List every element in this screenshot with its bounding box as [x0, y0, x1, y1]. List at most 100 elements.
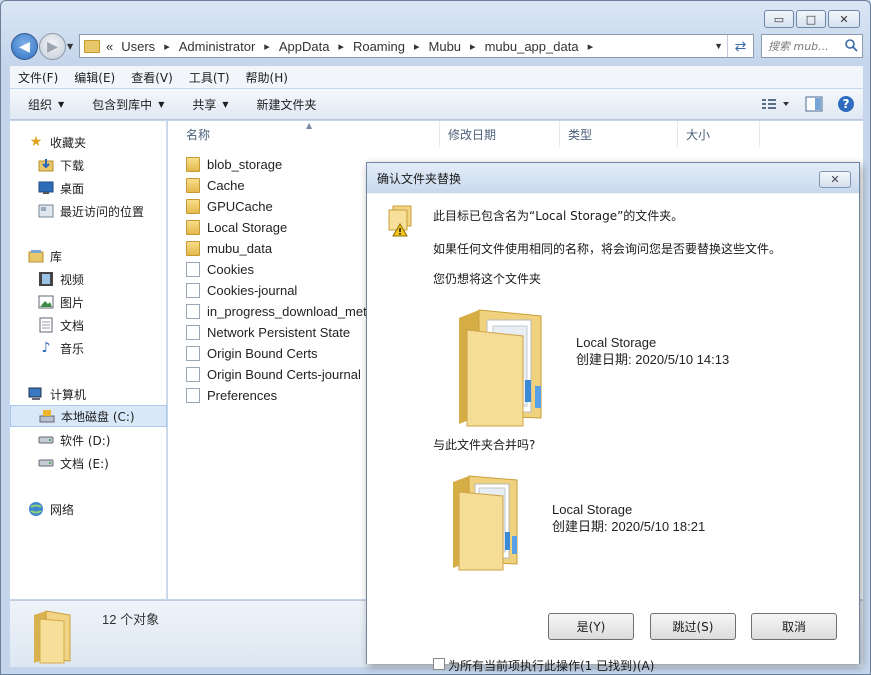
file-row[interactable]: Cache: [186, 175, 366, 196]
menu-tools[interactable]: 工具(T): [181, 69, 238, 86]
search-placeholder: 搜索 mub...: [768, 40, 829, 53]
nav-computer[interactable]: 计算机: [10, 383, 167, 405]
column-header-size[interactable]: 大小: [678, 121, 760, 147]
breadcrumb-separator[interactable]: ▸: [338, 40, 344, 53]
breadcrumb-separator[interactable]: ▸: [470, 40, 476, 53]
video-icon: [38, 271, 54, 287]
apply-to-all-label[interactable]: 为所有当前项执行此操作(1 已找到)(A): [448, 657, 654, 674]
menu-view[interactable]: 查看(V): [123, 69, 181, 86]
file-row[interactable]: Local Storage: [186, 217, 366, 238]
menu-help[interactable]: 帮助(H): [238, 69, 296, 86]
dialog-body: 此目标已包含名为“Local Storage”的文件夹。 如果任何文件使用相同的…: [367, 194, 859, 673]
nav-network-label: 网络: [50, 502, 75, 517]
yes-button[interactable]: 是(Y): [548, 613, 634, 640]
help-icon[interactable]: ?: [837, 95, 855, 113]
column-header-type[interactable]: 类型: [560, 121, 678, 147]
source-folder-info[interactable]: Local Storage 创建日期: 2020/5/10 18:21: [552, 501, 705, 535]
nav-recent[interactable]: 最近访问的位置: [10, 200, 167, 222]
file-row[interactable]: GPUCache: [186, 196, 366, 217]
nav-favorites[interactable]: ★ 收藏夹: [10, 131, 167, 153]
preview-pane-icon[interactable]: [805, 96, 823, 112]
chevron-down-icon: ▼: [58, 99, 65, 109]
nav-desktop[interactable]: 桌面: [10, 177, 167, 199]
nav-documents-label: 文档: [60, 318, 85, 333]
item-count: 12 个对象: [102, 612, 160, 627]
nav-network[interactable]: 网络: [10, 498, 167, 520]
file-row[interactable]: Origin Bound Certs-journal: [186, 364, 366, 385]
source-folder-created: 创建日期: 2020/5/10 18:21: [552, 519, 706, 534]
file-row[interactable]: Preferences: [186, 385, 366, 406]
toolbar-right: ?: [761, 95, 855, 113]
chevron-down-icon[interactable]: ▼: [714, 41, 723, 51]
file-row[interactable]: in_progress_download_met: [186, 301, 366, 322]
menu-edit[interactable]: 编辑(E): [66, 69, 123, 86]
column-header-modified[interactable]: 修改日期: [440, 121, 560, 147]
dest-folder-info[interactable]: Local Storage 创建日期: 2020/5/10 14:13: [576, 334, 729, 368]
nav-videos[interactable]: 视频: [10, 268, 167, 290]
file-name: in_progress_download_met: [207, 304, 366, 319]
view-options-icon[interactable]: [761, 97, 791, 111]
refresh-icon[interactable]: ⇄: [727, 35, 753, 57]
file-row[interactable]: Cookies-journal: [186, 280, 366, 301]
breadcrumb-users[interactable]: Users: [121, 39, 155, 54]
include-in-library-button[interactable]: 包含到库中 ▼: [82, 96, 172, 113]
nav-documents[interactable]: 文档: [10, 314, 167, 336]
breadcrumb-mubu-app-data[interactable]: mubu_app_data: [485, 39, 579, 54]
close-button[interactable]: ✕: [828, 10, 860, 28]
file-name: blob_storage: [207, 157, 283, 172]
file-icon: [186, 367, 200, 382]
nav-pictures[interactable]: 图片: [10, 291, 167, 313]
file-row[interactable]: Origin Bound Certs: [186, 343, 366, 364]
dialog-close-button[interactable]: ✕: [819, 171, 851, 188]
minimize-button[interactable]: ▭: [764, 10, 794, 28]
maximize-button[interactable]: □: [796, 10, 826, 28]
breadcrumb-roaming[interactable]: Roaming: [353, 39, 405, 54]
nav-downloads[interactable]: 下载: [10, 154, 167, 176]
share-button[interactable]: 共享 ▼: [182, 96, 236, 113]
dialog-message-exists: 此目标已包含名为“Local Storage”的文件夹。: [433, 209, 684, 223]
breadcrumb-separator[interactable]: ▸: [164, 40, 170, 53]
star-icon: ★: [29, 134, 43, 150]
menu-bar: 文件(F) 编辑(E) 查看(V) 工具(T) 帮助(H): [10, 66, 863, 88]
menu-file[interactable]: 文件(F): [10, 69, 66, 86]
nav-drive-e[interactable]: 文档 (E:): [10, 452, 167, 474]
breadcrumb-separator[interactable]: ▸: [588, 40, 594, 53]
breadcrumb-overflow[interactable]: «: [106, 39, 113, 54]
breadcrumb-separator[interactable]: ▸: [414, 40, 420, 53]
column-size-label: 大小: [686, 127, 711, 142]
nav-drive-c[interactable]: 本地磁盘 (C:): [10, 405, 167, 427]
forward-button[interactable]: ▶: [39, 33, 66, 60]
file-name: Origin Bound Certs-journal: [207, 367, 361, 382]
chevron-down-icon: ▼: [158, 99, 165, 109]
document-icon: [38, 317, 54, 333]
library-icon: [28, 248, 44, 264]
file-row[interactable]: Cookies: [186, 259, 366, 280]
nav-drive-d[interactable]: 软件 (D:): [10, 429, 167, 451]
search-icon[interactable]: [844, 38, 858, 52]
column-header-name[interactable]: 名称: [178, 121, 440, 147]
breadcrumb-mubu[interactable]: Mubu: [429, 39, 462, 54]
nav-music[interactable]: ♪ 音乐: [10, 337, 167, 359]
organize-button[interactable]: 组织 ▼: [18, 96, 72, 113]
breadcrumb-administrator[interactable]: Administrator: [179, 39, 256, 54]
address-bar[interactable]: « Users ▸ Administrator ▸ AppData ▸ Roam…: [79, 34, 754, 58]
cancel-button[interactable]: 取消: [751, 613, 837, 640]
breadcrumb-appdata[interactable]: AppData: [279, 39, 330, 54]
back-button[interactable]: ◀: [11, 33, 38, 60]
new-folder-button[interactable]: 新建文件夹: [247, 96, 325, 113]
nav-libraries[interactable]: 库: [10, 245, 167, 267]
apply-to-all-checkbox[interactable]: [433, 658, 445, 670]
file-row[interactable]: Network Persistent State: [186, 322, 366, 343]
breadcrumb-separator[interactable]: ▸: [264, 40, 270, 53]
search-input[interactable]: 搜索 mub...: [761, 34, 863, 58]
nav-libraries-label: 库: [50, 249, 63, 264]
include-library-label: 包含到库中: [92, 97, 153, 112]
nav-drive-d-label: 软件 (D:): [60, 433, 111, 448]
folder-icon[interactable]: [449, 468, 529, 572]
file-row[interactable]: mubu_data: [186, 238, 366, 259]
column-modified-label: 修改日期: [448, 127, 497, 142]
folder-icon[interactable]: [453, 300, 557, 428]
skip-button[interactable]: 跳过(S): [650, 613, 736, 640]
file-row[interactable]: blob_storage: [186, 154, 366, 175]
recent-pages-dropdown[interactable]: ▼: [67, 42, 73, 51]
